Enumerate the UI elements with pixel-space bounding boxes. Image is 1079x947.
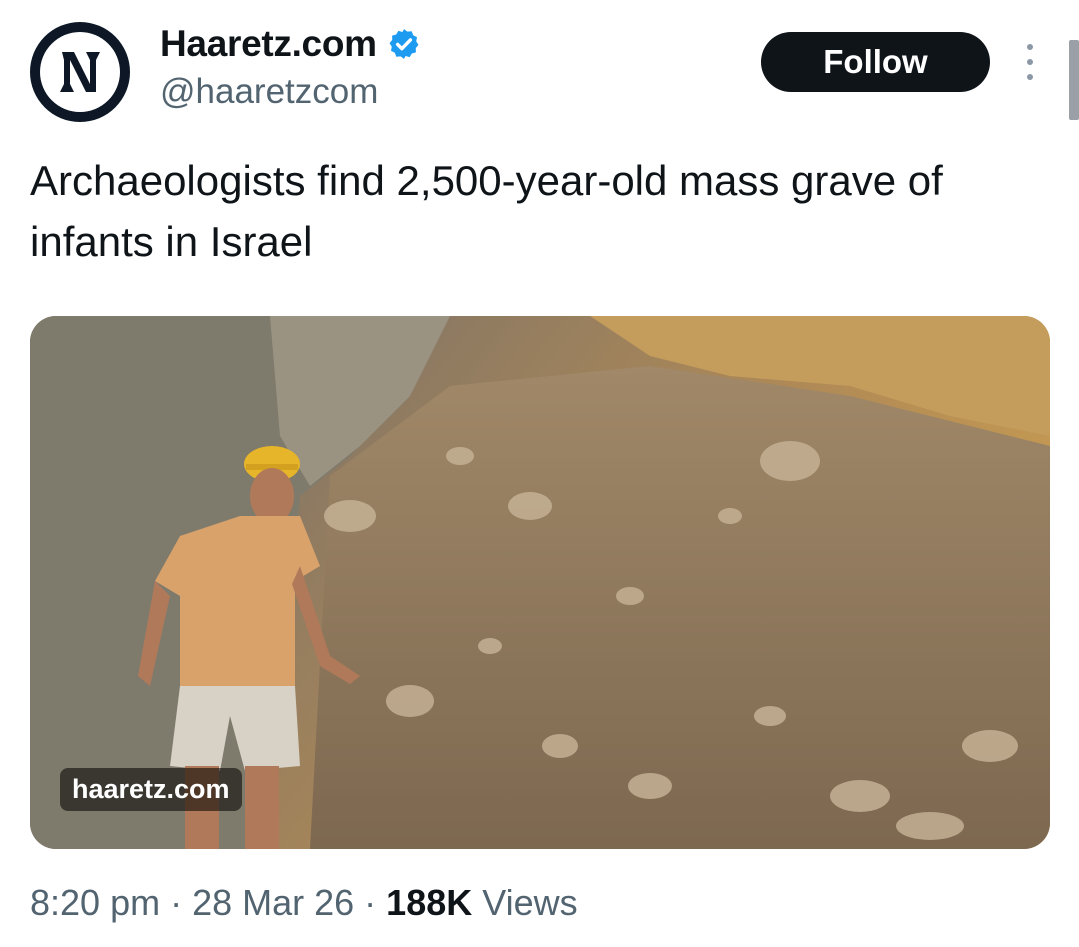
- avatar[interactable]: [30, 22, 130, 122]
- tweet-text: Archaeologists find 2,500-year-old mass …: [30, 157, 943, 265]
- media-source-label: haaretz.com: [60, 768, 242, 811]
- views-count[interactable]: 188K: [386, 882, 472, 923]
- follow-button[interactable]: Follow: [761, 32, 990, 92]
- scrollbar[interactable]: [1069, 40, 1079, 120]
- more-dot: [1027, 44, 1033, 50]
- account-name[interactable]: Haaretz.com: [160, 23, 377, 65]
- more-dot: [1027, 74, 1033, 80]
- tweet-meta: 8:20 pm · 28 Mar 26 · 188K Views: [30, 882, 578, 924]
- views-label[interactable]: Views: [482, 882, 577, 923]
- account-handle[interactable]: @haaretzcom: [160, 72, 378, 112]
- meta-separator: ·: [364, 882, 377, 923]
- verified-badge-icon: [389, 29, 419, 59]
- account-name-row: Haaretz.com: [160, 22, 421, 66]
- more-vertical-icon[interactable]: [1018, 44, 1042, 80]
- more-dot: [1027, 59, 1033, 65]
- tweet-media-image[interactable]: haaretz.com: [30, 316, 1050, 849]
- haaretz-logo-icon: [40, 32, 120, 112]
- meta-separator: ·: [170, 882, 183, 923]
- tweet-time[interactable]: 8:20 pm: [30, 882, 160, 924]
- tweet-date[interactable]: 28 Mar 26: [192, 882, 354, 924]
